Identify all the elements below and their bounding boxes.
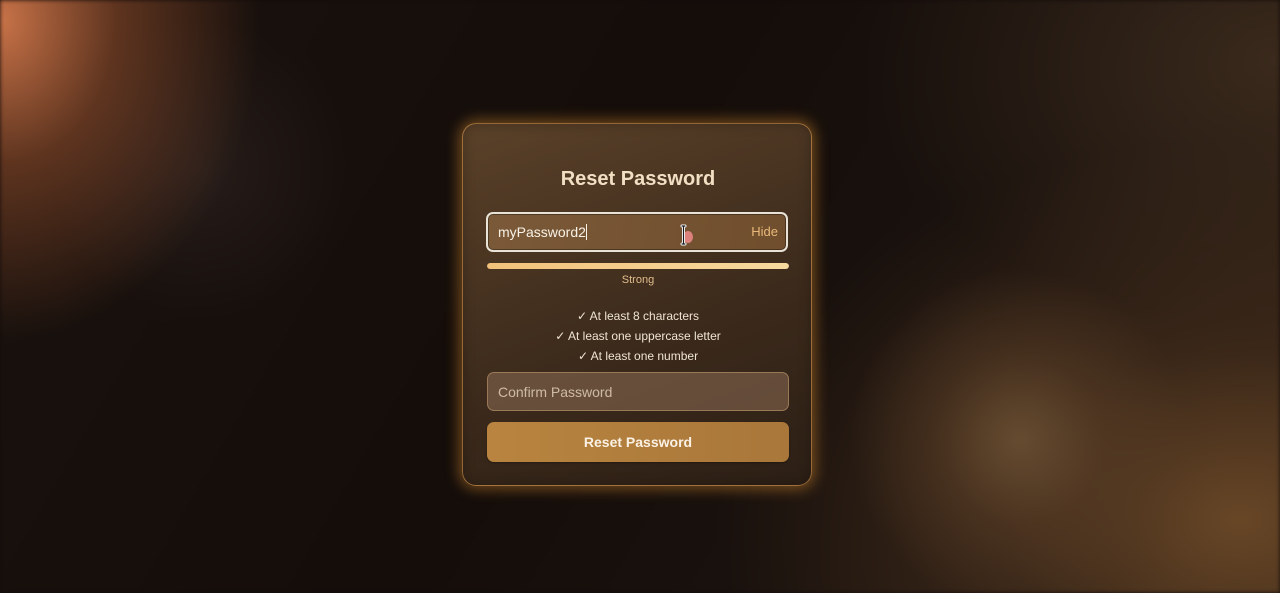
password-field[interactable]: myPassword2 Hide <box>486 212 788 252</box>
password-requirements: ✓ At least 8 characters ✓ At least one u… <box>463 306 813 366</box>
reset-password-card: Reset Password myPassword2 Hide Strong ✓… <box>462 123 812 486</box>
text-cursor-icon <box>680 224 693 246</box>
requirement-number: ✓ At least one number <box>577 349 699 363</box>
requirement-uppercase: ✓ At least one uppercase letter <box>555 329 721 343</box>
confirm-password-input[interactable] <box>487 372 789 411</box>
password-value[interactable]: myPassword2 <box>498 224 587 240</box>
page-title: Reset Password <box>560 168 716 190</box>
hide-password-button[interactable]: Hide <box>751 224 778 239</box>
strength-meter-fill <box>487 263 789 269</box>
text-caret <box>585 224 587 240</box>
strength-meter <box>487 263 789 269</box>
requirement-length: ✓ At least 8 characters <box>576 309 700 323</box>
strength-label: Strong <box>621 274 655 286</box>
reset-password-button[interactable]: Reset Password <box>487 422 789 462</box>
